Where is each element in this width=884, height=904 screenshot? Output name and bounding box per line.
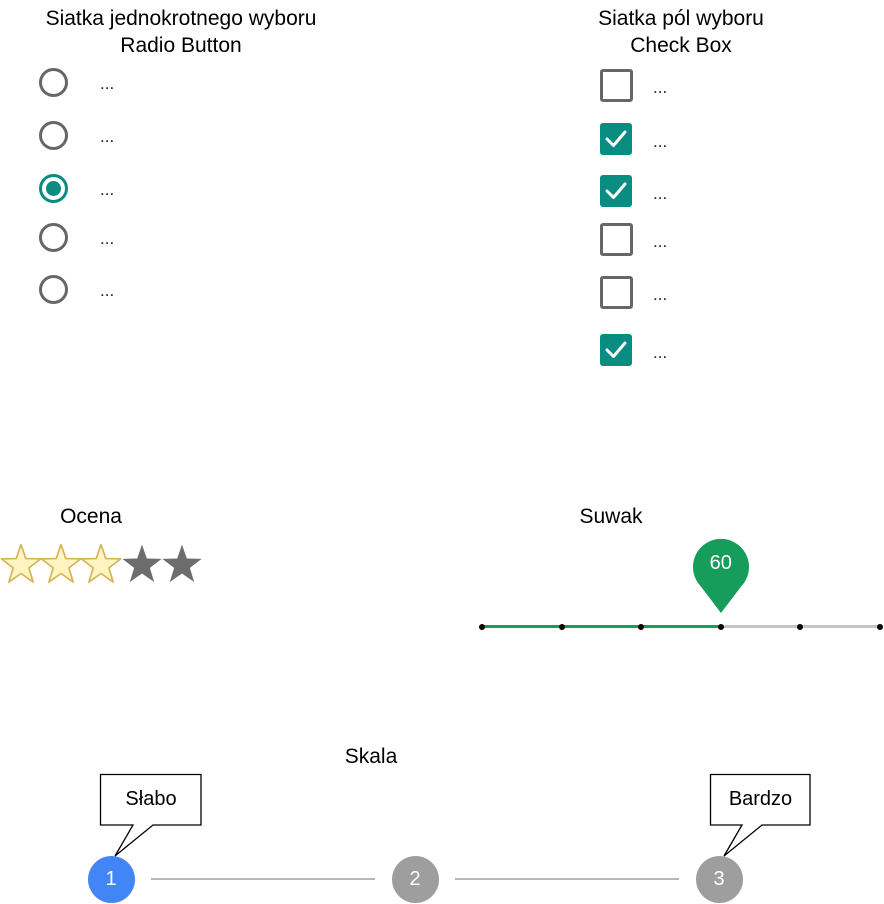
checkbox-option-label: ... [653, 132, 668, 151]
radio-button[interactable] [39, 275, 68, 304]
radio-option[interactable]: ... [39, 68, 179, 101]
radio-button-selected[interactable] [39, 174, 68, 203]
star-empty-icon[interactable] [121, 543, 163, 585]
radio-button[interactable] [39, 121, 68, 150]
checkbox-checked[interactable] [600, 175, 632, 207]
radio-option-label: ... [100, 180, 115, 199]
checkmark-icon [605, 341, 627, 358]
scale-connector-line [455, 878, 679, 880]
checkbox[interactable] [600, 223, 633, 256]
checkbox-checked[interactable] [600, 334, 632, 366]
star-empty-icon[interactable] [161, 543, 203, 585]
radio-button[interactable] [39, 223, 68, 252]
slider-tick [877, 623, 883, 630]
slider-tick [558, 623, 565, 630]
checkbox-option-label: ... [653, 78, 668, 97]
checkbox-section-title: Siatka pól wyboru Check Box [546, 5, 816, 59]
checkbox-option[interactable]: ... [600, 276, 720, 310]
slider-tick [638, 623, 645, 630]
star-rating[interactable] [0, 543, 210, 587]
radio-option-label: ... [100, 127, 115, 146]
radio-option-label: ... [100, 281, 115, 300]
radio-title-line1: Siatka jednokrotnego wyboru [45, 7, 317, 30]
checkbox-title-line2: Check Box [630, 34, 732, 57]
checkmark-icon [605, 182, 627, 199]
radio-option[interactable]: ... [39, 275, 179, 308]
scale-high-callout: Bardzo [709, 773, 811, 864]
checkbox-option[interactable]: ... [600, 69, 720, 103]
slider-tick [797, 623, 804, 630]
rating-title: Ocena [60, 505, 122, 528]
checkmark-icon [605, 130, 627, 147]
checkbox-title-line1: Siatka pól wyboru [598, 7, 764, 30]
radio-option[interactable]: ... [39, 223, 179, 256]
slider-value-pin[interactable]: 60 [692, 536, 750, 614]
checkbox-option-label: ... [653, 285, 668, 304]
radio-option[interactable]: ... [39, 121, 179, 154]
radio-title-line2: Radio Button [120, 34, 242, 57]
scale-title: Skala [344, 745, 398, 768]
checkbox-option[interactable]: ... [600, 334, 720, 368]
checkbox[interactable] [600, 69, 633, 102]
radio-option[interactable]: ... [39, 174, 179, 207]
radio-section-title: Siatka jednokrotnego wyboru Radio Button [0, 5, 362, 59]
scale-step-2[interactable]: 2 [391, 855, 439, 903]
checkbox-option[interactable]: ... [600, 223, 720, 257]
star-filled-icon[interactable] [0, 543, 42, 585]
slider-tick [479, 623, 485, 630]
slider[interactable]: 60 [479, 536, 884, 636]
checkbox[interactable] [600, 276, 633, 309]
checkbox-checked[interactable] [600, 123, 632, 155]
checkbox-option[interactable]: ... [600, 123, 720, 157]
slider-track-filled [482, 625, 721, 628]
radio-option-label: ... [100, 74, 115, 93]
radio-button[interactable] [39, 68, 68, 97]
checkbox-option[interactable]: ... [600, 175, 720, 209]
scale: 1 2 3 Słabo Bardzo [0, 770, 884, 904]
scale-high-callout-text: Bardzo [728, 788, 793, 810]
scale-low-callout: Słabo [99, 773, 202, 864]
checkbox-option-label: ... [653, 343, 668, 362]
star-filled-icon[interactable] [40, 543, 82, 585]
scale-connector-line [151, 878, 375, 880]
checkbox-option-label: ... [653, 232, 668, 251]
checkbox-option-label: ... [653, 184, 668, 203]
slider-value-label: 60 [709, 552, 732, 574]
radio-option-label: ... [100, 229, 115, 248]
star-filled-icon[interactable] [80, 543, 122, 585]
scale-low-callout-text: Słabo [125, 788, 177, 810]
slider-tick [717, 623, 724, 630]
slider-title: Suwak [579, 505, 643, 528]
